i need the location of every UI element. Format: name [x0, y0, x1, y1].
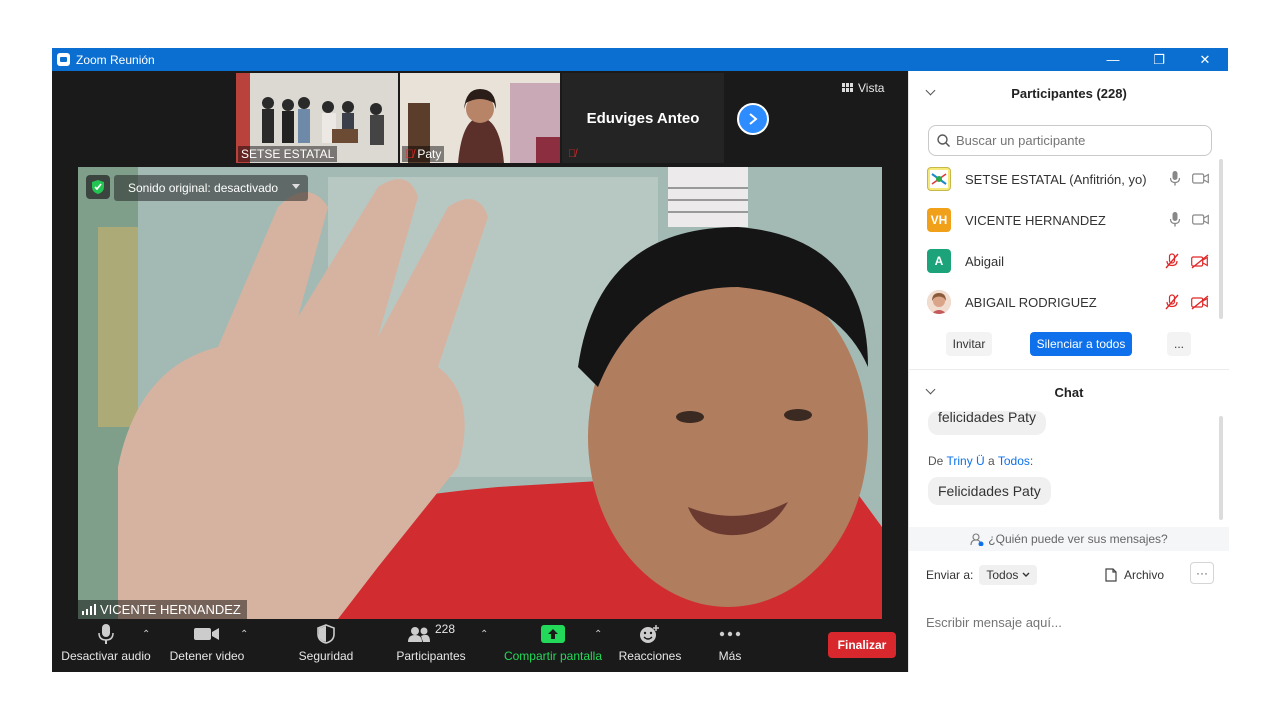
mic-muted-icon: 🎙̸ — [405, 147, 414, 161]
window-title: Zoom Reunión — [76, 52, 155, 67]
zoom-window: Zoom Reunión — ❐ ✕ SETSE ESTATAL 🎙̸ Paty… — [52, 48, 1229, 672]
search-icon — [937, 134, 950, 147]
host-logo-avatar — [927, 167, 951, 191]
restore-button[interactable]: ❐ — [1136, 48, 1182, 71]
microphone-icon — [1170, 171, 1180, 186]
view-label: Vista — [858, 81, 885, 95]
video-camera-icon — [194, 628, 219, 640]
mic-muted-icon — [1165, 294, 1179, 310]
security-shield-icon — [317, 624, 335, 644]
microphone-icon — [98, 624, 114, 644]
participant-avatar: A — [927, 249, 951, 273]
participants-title: Participantes (228) — [1011, 85, 1127, 101]
security-button[interactable]: Seguridad — [290, 619, 362, 672]
tile-label: 🎙̸ Paty — [402, 146, 445, 162]
video-camera-icon — [1192, 214, 1209, 225]
side-panel: Participantes (228) SETSE ESTATAL (Anfit… — [908, 71, 1229, 672]
reactions-emoji-icon — [640, 625, 659, 643]
recipient-dropdown[interactable]: Todos — [979, 565, 1038, 585]
mute-audio-button[interactable]: Desactivar audio — [60, 619, 152, 672]
video-off-icon — [1191, 294, 1209, 310]
chevron-down-icon — [1022, 572, 1030, 577]
participant-name: VICENTE HERNANDEZ — [965, 212, 1106, 228]
video-options-caret-icon[interactable]: ⌃ — [240, 629, 248, 640]
audio-options-caret-icon[interactable]: ⌃ — [142, 629, 150, 640]
participants-icon — [407, 627, 430, 642]
search-input[interactable] — [956, 133, 1196, 148]
participants-button[interactable]: 228 Participantes — [392, 619, 470, 672]
sender-name[interactable]: Triny Ü — [946, 454, 984, 468]
video-tile-setse[interactable]: SETSE ESTATAL — [236, 73, 398, 163]
signal-bars-icon — [82, 604, 96, 615]
video-area: SETSE ESTATAL 🎙̸ Paty Eduviges Anteo 🎙̸ — [52, 71, 908, 672]
mic-muted-icon — [1165, 253, 1179, 269]
meeting-toolbar: Desactivar audio ⌃ Detener video ⌃ Segur… — [52, 619, 908, 672]
more-button[interactable]: Más — [704, 619, 756, 672]
file-button[interactable]: Archivo — [1105, 563, 1164, 587]
chevron-down-icon — [292, 184, 301, 189]
sound-status-text: Sonido original: desactivado — [128, 181, 279, 195]
participant-name: Abigail — [965, 253, 1005, 269]
microphone-icon — [1170, 212, 1180, 227]
participant-avatar: VH — [927, 208, 951, 232]
stop-video-button[interactable]: Detener video — [164, 619, 250, 672]
chat-title: Chat — [1054, 384, 1084, 400]
participants-scrollbar[interactable] — [1219, 159, 1223, 319]
participants-count: 228 — [434, 622, 456, 636]
invite-button[interactable]: Invitar — [946, 332, 992, 356]
reactions-button[interactable]: Reacciones — [614, 619, 686, 672]
collapse-chat-chevron-icon[interactable] — [925, 384, 936, 395]
more-dots-icon — [719, 631, 741, 637]
message-visibility-link[interactable]: ¿Quién puede ver sus mensajes? — [909, 527, 1229, 551]
chat-header: Chat — [909, 372, 1229, 412]
person-visibility-icon — [970, 532, 984, 546]
mic-muted-icon: 🎙̸ — [568, 148, 577, 160]
participant-name: ABIGAIL RODRIGUEZ — [965, 294, 1097, 310]
participants-header: Participantes (228) — [909, 73, 1229, 113]
divider — [909, 369, 1229, 370]
chat-sender-line: De Triny Ü a Todos: — [928, 454, 1034, 468]
speaker-name-label: VICENTE HERNANDEZ — [78, 600, 247, 619]
main-speaker-video: Sonido original: desactivado VICENTE HER… — [78, 167, 882, 619]
chat-scrollbar[interactable] — [1219, 416, 1223, 520]
participant-row[interactable]: A Abigail — [927, 243, 1209, 279]
recipient-name[interactable]: Todos — [998, 454, 1030, 468]
participant-search[interactable] — [928, 125, 1212, 156]
collapse-participants-chevron-icon[interactable] — [925, 85, 936, 96]
participant-row[interactable]: SETSE ESTATAL (Anfitrión, yo) — [927, 161, 1209, 197]
chat-more-button[interactable]: ··· — [1190, 562, 1214, 584]
file-icon — [1105, 568, 1117, 582]
grid-view-icon — [842, 83, 853, 92]
participant-name: SETSE ESTATAL (Anfitrión, yo) — [965, 171, 1147, 187]
encryption-shield-icon[interactable] — [86, 175, 110, 199]
share-options-caret-icon[interactable]: ⌃ — [594, 629, 602, 640]
chat-message-input[interactable] — [926, 615, 1206, 630]
video-tile-eduviges[interactable]: Eduviges Anteo 🎙̸ — [562, 73, 724, 163]
participants-more-button[interactable]: ... — [1167, 332, 1191, 356]
video-off-icon — [1191, 253, 1209, 269]
participants-caret-icon[interactable]: ⌃ — [480, 629, 488, 640]
title-bar: Zoom Reunión — ❐ ✕ — [52, 48, 1228, 71]
participant-photo-avatar — [927, 290, 951, 314]
share-screen-button[interactable]: Compartir pantalla — [500, 619, 606, 672]
zoom-app-icon — [57, 53, 70, 66]
participant-name: Eduviges Anteo — [586, 109, 700, 127]
chat-message: Felicidades Paty — [928, 477, 1051, 505]
participant-row[interactable]: ABIGAIL RODRIGUEZ — [927, 284, 1209, 320]
chevron-right-icon — [749, 113, 758, 125]
mute-all-button[interactable]: Silenciar a todos — [1030, 332, 1132, 356]
participant-row[interactable]: VH VICENTE HERNANDEZ — [927, 202, 1209, 238]
tile-label: SETSE ESTATAL — [238, 146, 338, 162]
next-page-button[interactable] — [737, 103, 769, 135]
minimize-button[interactable]: — — [1090, 48, 1136, 71]
video-camera-icon — [1192, 173, 1209, 184]
close-button[interactable]: ✕ — [1182, 48, 1228, 71]
share-screen-icon — [541, 625, 565, 643]
original-sound-toggle[interactable]: Sonido original: desactivado — [114, 175, 309, 201]
speaker-video-illustration — [78, 167, 882, 619]
video-tile-paty[interactable]: 🎙̸ Paty — [400, 73, 560, 163]
end-meeting-button[interactable]: Finalizar — [828, 632, 896, 658]
send-to-row: Enviar a: Todos — [926, 563, 1038, 587]
view-button[interactable]: Vista — [842, 81, 884, 95]
